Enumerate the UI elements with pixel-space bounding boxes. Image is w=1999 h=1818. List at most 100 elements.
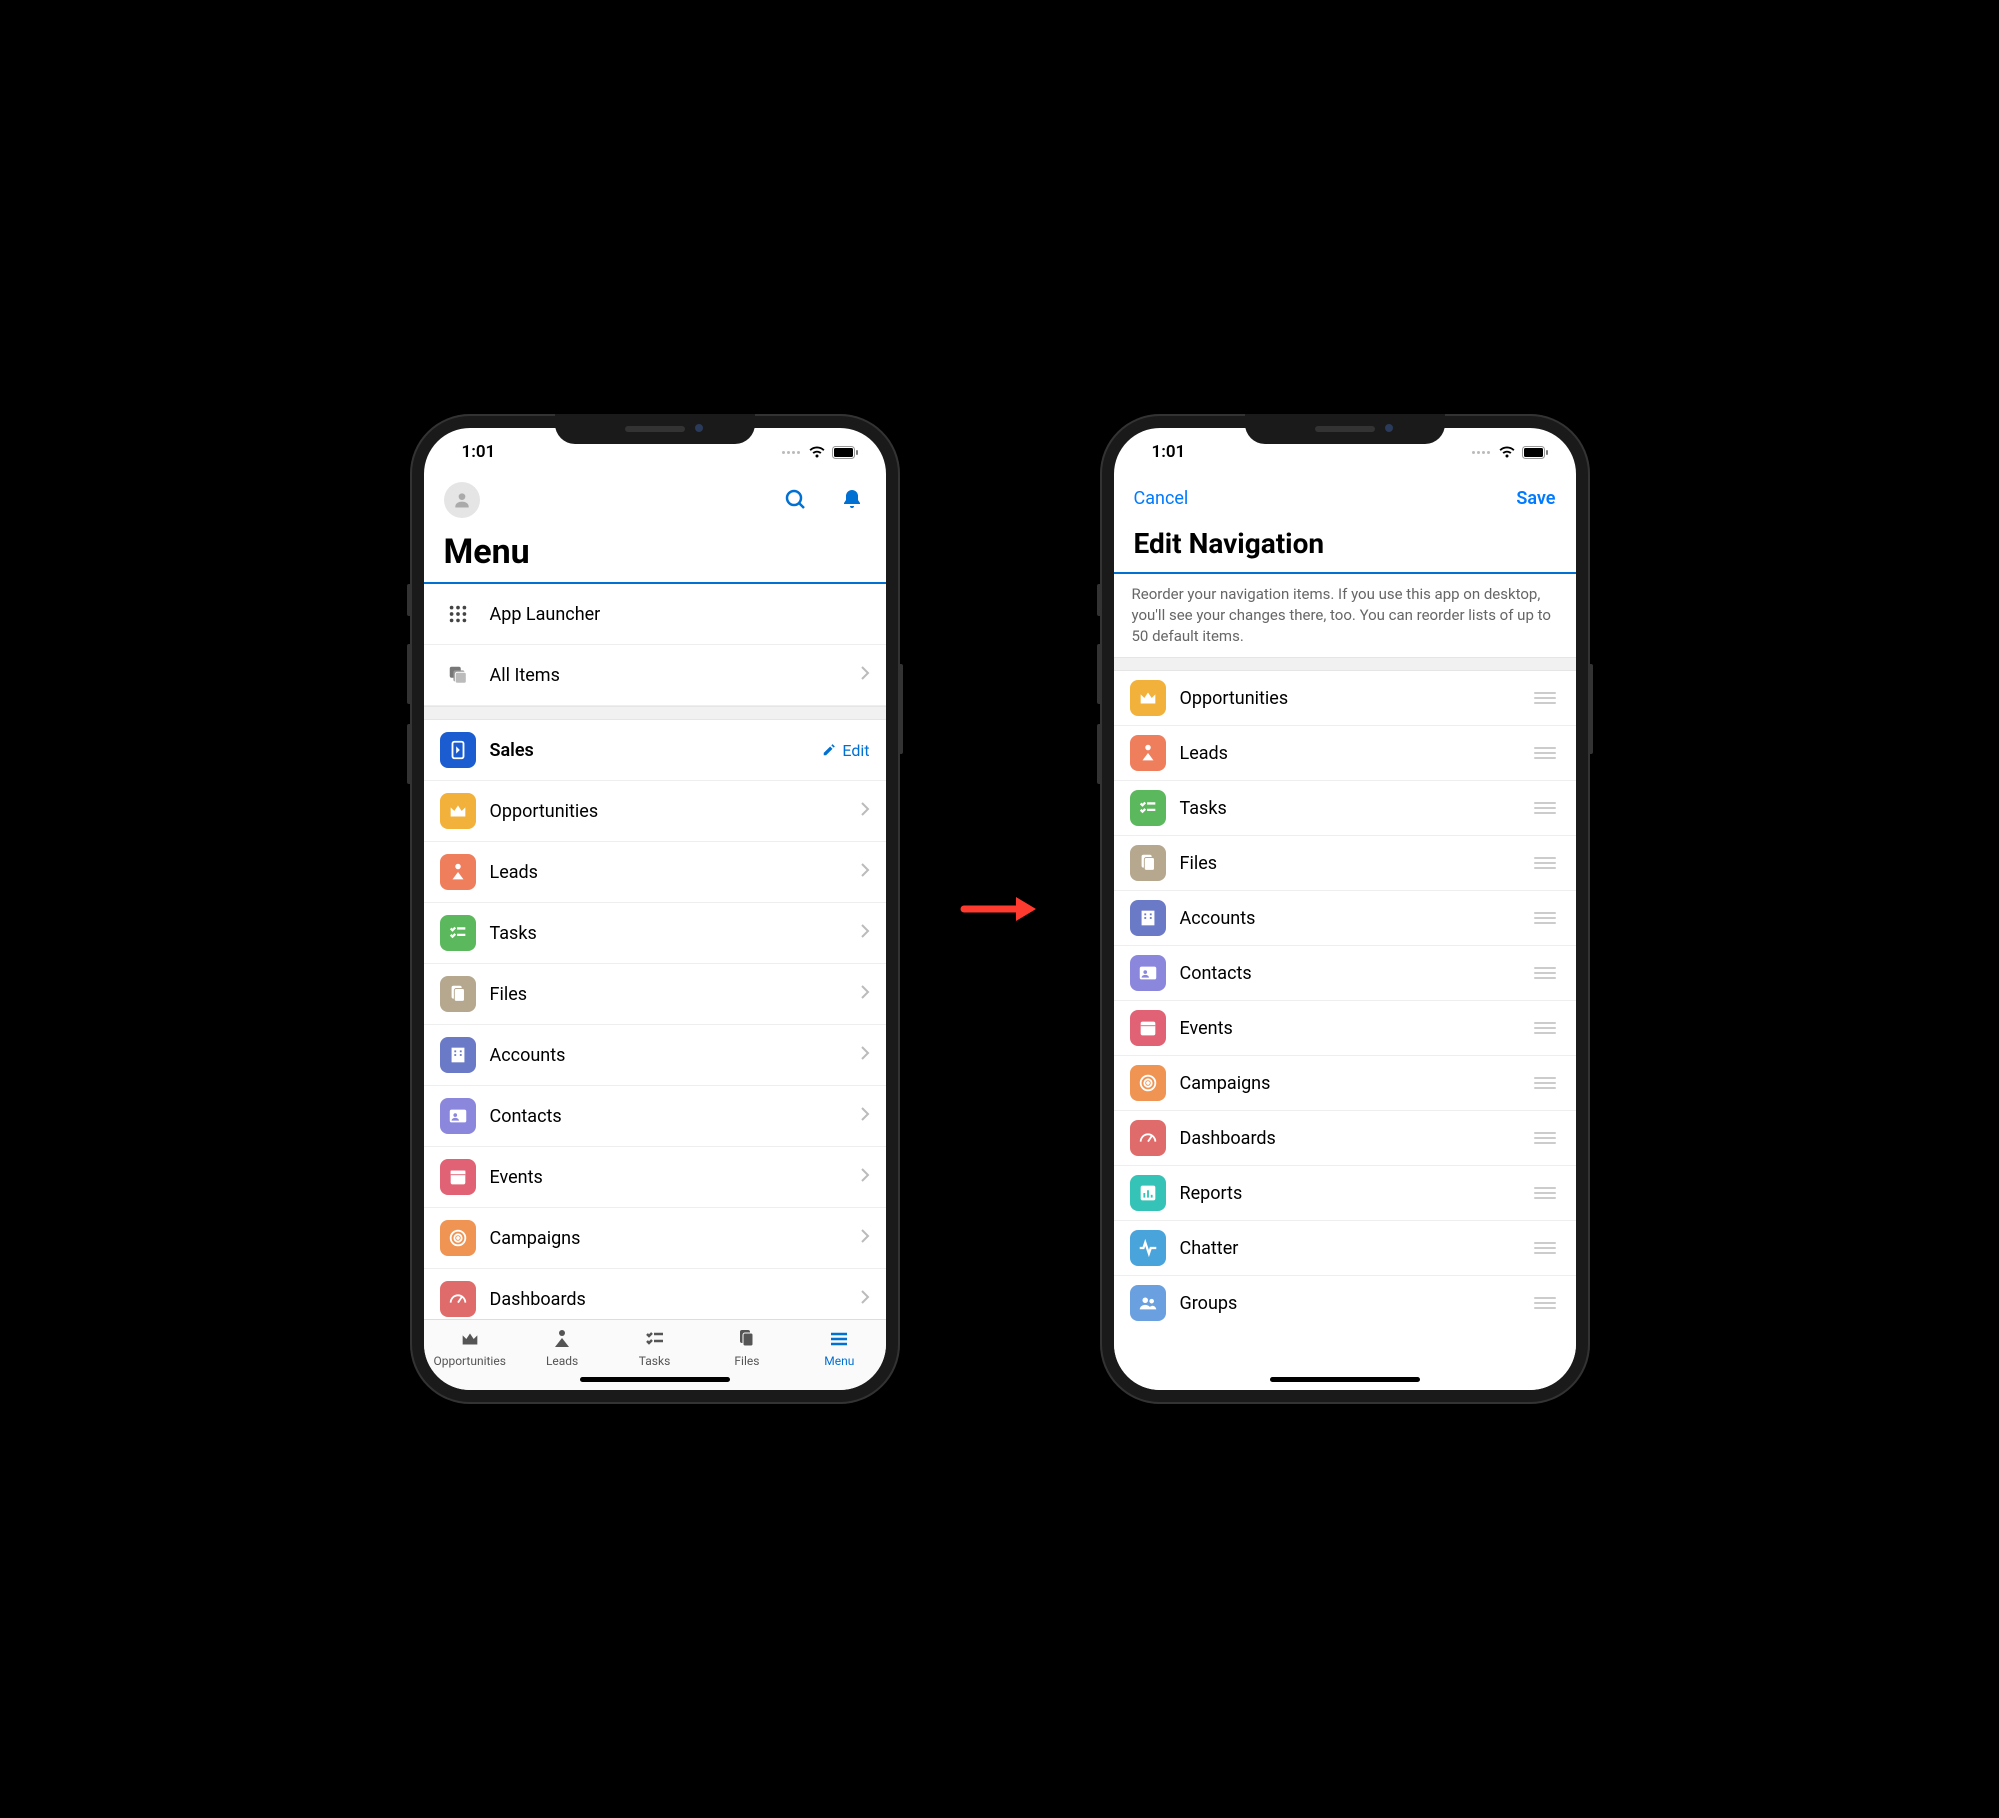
drag-handle-icon[interactable] (1530, 853, 1560, 873)
save-button[interactable]: Save (1516, 488, 1555, 509)
row-events[interactable]: Events (424, 1147, 886, 1208)
checklist-icon (643, 1326, 667, 1352)
tab-leads[interactable]: Leads (516, 1326, 608, 1368)
row-all-items[interactable]: All Items (424, 645, 886, 706)
chevron-right-icon (860, 1106, 870, 1126)
row-label: Campaigns (490, 1228, 846, 1249)
chevron-right-icon (860, 862, 870, 882)
battery-icon (1522, 446, 1548, 459)
status-dots (1472, 451, 1490, 454)
contact-icon (1130, 955, 1166, 991)
edit-row-tasks[interactable]: Tasks (1114, 781, 1576, 836)
row-label: Dashboards (490, 1289, 846, 1310)
status-time: 1:01 (462, 442, 496, 462)
drag-handle-icon[interactable] (1530, 963, 1560, 983)
notch (555, 414, 755, 444)
edit-row-files[interactable]: Files (1114, 836, 1576, 891)
bell-icon[interactable] (838, 486, 866, 514)
report-icon (1130, 1175, 1166, 1211)
phone-left: 1:01 Menu (410, 414, 900, 1404)
notch (1245, 414, 1445, 444)
edit-row-accounts[interactable]: Accounts (1114, 891, 1576, 946)
tab-files[interactable]: Files (701, 1326, 793, 1368)
row-campaigns[interactable]: Campaigns (424, 1208, 886, 1269)
star-icon (550, 1326, 574, 1352)
row-label: All Items (490, 665, 846, 686)
chevron-right-icon (860, 1289, 870, 1309)
row-label: Leads (490, 862, 846, 883)
files-icon (440, 976, 476, 1012)
row-label: Tasks (490, 923, 846, 944)
pencil-icon (822, 743, 836, 757)
calendar-icon (440, 1159, 476, 1195)
grid-icon (440, 596, 476, 632)
row-leads[interactable]: Leads (424, 842, 886, 903)
page-title: Edit Navigation (1114, 517, 1576, 572)
row-label: Contacts (1180, 963, 1516, 984)
row-files[interactable]: Files (424, 964, 886, 1025)
drag-handle-icon[interactable] (1530, 1238, 1560, 1258)
edit-row-opportunities[interactable]: Opportunities (1114, 671, 1576, 726)
menu-icon (827, 1326, 851, 1352)
chevron-right-icon (860, 1228, 870, 1248)
edit-row-chatter[interactable]: Chatter (1114, 1221, 1576, 1276)
row-label: Accounts (490, 1045, 846, 1066)
section-gap (424, 706, 886, 720)
phone-right: 1:01 Cancel Save Edit Navigation Reorder… (1100, 414, 1590, 1404)
drag-handle-icon[interactable] (1530, 743, 1560, 763)
home-indicator[interactable] (1270, 1377, 1420, 1382)
drag-handle-icon[interactable] (1530, 1128, 1560, 1148)
row-contacts[interactable]: Contacts (424, 1086, 886, 1147)
row-tasks[interactable]: Tasks (424, 903, 886, 964)
edit-row-campaigns[interactable]: Campaigns (1114, 1056, 1576, 1111)
edit-row-reports[interactable]: Reports (1114, 1166, 1576, 1221)
chevron-right-icon (860, 984, 870, 1004)
edit-row-dashboards[interactable]: Dashboards (1114, 1111, 1576, 1166)
drag-handle-icon[interactable] (1530, 1293, 1560, 1313)
drag-handle-icon[interactable] (1530, 688, 1560, 708)
home-indicator[interactable] (580, 1377, 730, 1382)
section-gap (1114, 657, 1576, 671)
avatar[interactable] (444, 482, 480, 518)
row-opportunities[interactable]: Opportunities (424, 781, 886, 842)
row-label: Files (1180, 853, 1516, 874)
row-accounts[interactable]: Accounts (424, 1025, 886, 1086)
checklist-icon (1130, 790, 1166, 826)
drag-handle-icon[interactable] (1530, 1183, 1560, 1203)
crown-icon (1130, 680, 1166, 716)
drag-handle-icon[interactable] (1530, 908, 1560, 928)
row-label: Contacts (490, 1106, 846, 1127)
edit-row-groups[interactable]: Groups (1114, 1276, 1576, 1330)
row-app-launcher[interactable]: App Launcher (424, 584, 886, 645)
help-text: Reorder your navigation items. If you us… (1114, 574, 1576, 657)
pulse-icon (1130, 1230, 1166, 1266)
row-label: Events (1180, 1018, 1516, 1039)
target-icon (440, 1220, 476, 1256)
edit-row-contacts[interactable]: Contacts (1114, 946, 1576, 1001)
tab-menu[interactable]: Menu (793, 1326, 885, 1368)
edit-row-leads[interactable]: Leads (1114, 726, 1576, 781)
drag-handle-icon[interactable] (1530, 798, 1560, 818)
gauge-icon (1130, 1120, 1166, 1156)
edit-button[interactable]: Edit (822, 741, 869, 760)
tab-opportunities[interactable]: Opportunities (424, 1326, 516, 1368)
edit-row-events[interactable]: Events (1114, 1001, 1576, 1056)
wifi-icon (808, 445, 826, 459)
row-label: Leads (1180, 743, 1516, 764)
chevron-right-icon (860, 923, 870, 943)
chevron-right-icon (860, 801, 870, 821)
groups-icon (1130, 1285, 1166, 1321)
row-label: Sales (490, 740, 809, 761)
arrow-icon (960, 894, 1040, 924)
row-dashboards[interactable]: Dashboards (424, 1269, 886, 1319)
files-icon (735, 1326, 759, 1352)
checklist-icon (440, 915, 476, 951)
row-label: Accounts (1180, 908, 1516, 929)
cancel-button[interactable]: Cancel (1134, 488, 1189, 509)
drag-handle-icon[interactable] (1530, 1073, 1560, 1093)
drag-handle-icon[interactable] (1530, 1018, 1560, 1038)
search-icon[interactable] (782, 486, 810, 514)
tab-tasks[interactable]: Tasks (608, 1326, 700, 1368)
row-sales[interactable]: Sales Edit (424, 720, 886, 781)
row-label: Campaigns (1180, 1073, 1516, 1094)
